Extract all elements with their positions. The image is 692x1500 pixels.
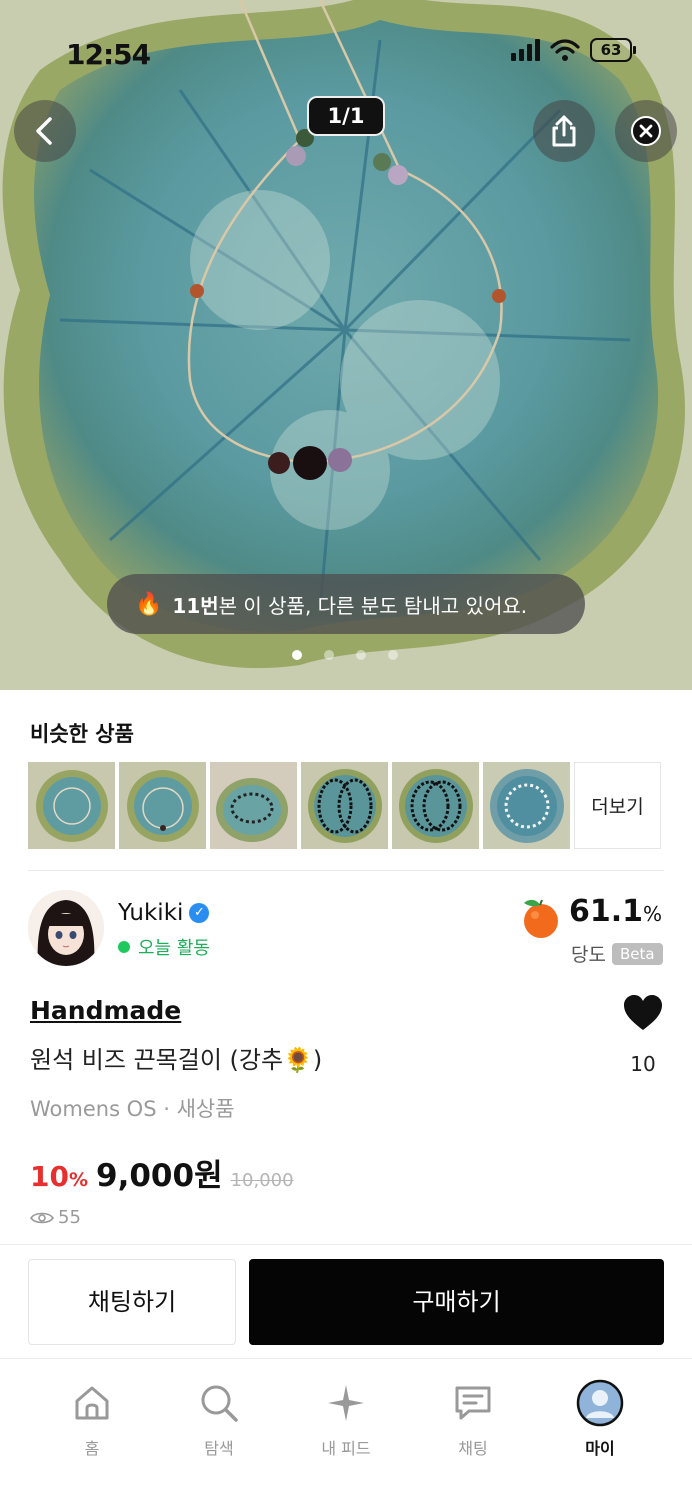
close-icon	[631, 116, 661, 146]
toast-text: 본 이 상품, 다른 분도 탐내고 있어요.	[218, 593, 528, 618]
chat-button[interactable]: 채팅하기	[28, 1259, 236, 1345]
battery-icon: 63	[590, 38, 636, 62]
tab-my-label: 마이	[585, 1439, 615, 1458]
seller-name-row[interactable]: Yukiki ✓	[118, 900, 210, 926]
similar-products-list: 더보기	[28, 762, 661, 849]
similar-product-thumb[interactable]	[301, 762, 388, 849]
action-bar: 채팅하기 구매하기	[0, 1244, 692, 1358]
status-icons: 63	[511, 38, 636, 62]
seller-avatar[interactable]	[28, 890, 104, 966]
discount-unit: %	[68, 1169, 89, 1191]
sweetness-score-unit: %	[642, 902, 662, 926]
divider	[28, 870, 664, 871]
buy-button[interactable]: 구매하기	[249, 1259, 664, 1345]
view-count: 55	[58, 1207, 81, 1228]
similar-product-thumb[interactable]	[119, 762, 206, 849]
wifi-icon	[550, 39, 580, 61]
product-meta: Womens OS · 새상품	[30, 1097, 235, 1121]
chat-icon	[455, 1386, 491, 1420]
tab-home[interactable]: 홈	[42, 1379, 142, 1459]
tab-my[interactable]: 마이	[550, 1379, 650, 1459]
view-count-row: 55	[30, 1207, 81, 1228]
status-bar: 12:54 63	[0, 0, 692, 100]
similar-product-thumb[interactable]	[210, 762, 297, 849]
orange-fruit-icon	[524, 899, 558, 938]
toast-count: 11번	[172, 593, 219, 618]
tab-chat-label: 채팅	[458, 1439, 488, 1458]
beta-badge: Beta	[611, 942, 663, 965]
tab-search[interactable]: 탐색	[169, 1379, 269, 1459]
status-time: 12:54	[66, 38, 151, 71]
share-button[interactable]	[533, 100, 595, 162]
bottom-tab-bar: 홈 탐색 내 피드 채팅 마이	[0, 1358, 692, 1500]
verified-check-icon: ✓	[189, 903, 210, 923]
image-counter: 1/1	[307, 96, 385, 136]
fire-icon: 🔥	[135, 591, 163, 617]
back-button[interactable]	[14, 100, 76, 162]
discount-rate: 10%	[30, 1160, 88, 1193]
tab-chat[interactable]: 채팅	[423, 1379, 523, 1459]
similar-products-title: 비슷한 상품	[30, 722, 134, 746]
sale-price: 9,000원	[96, 1158, 223, 1194]
tab-feed[interactable]: 내 피드	[296, 1379, 396, 1459]
seller-activity-label: 오늘 활동	[138, 938, 210, 959]
sweetness-label: 당도	[571, 944, 606, 966]
seller-activity: 오늘 활동	[118, 934, 210, 960]
eye-icon	[30, 1212, 54, 1223]
carousel-dot	[292, 650, 302, 660]
similar-more-button[interactable]: 더보기	[574, 762, 661, 849]
carousel-dot	[356, 650, 366, 660]
original-price: 10,000	[230, 1170, 294, 1191]
sweetness-score-value: 61.1	[568, 894, 643, 929]
sweetness-label-row: 당도 Beta	[571, 940, 663, 967]
tab-home-label: 홈	[84, 1439, 100, 1458]
close-button[interactable]	[615, 100, 677, 162]
home-icon	[75, 1386, 109, 1420]
carousel-dot	[388, 650, 398, 660]
sparkle-icon	[328, 1385, 364, 1421]
product-title: 원석 비즈 끈목걸이 (강추🌻)	[30, 1046, 323, 1074]
product-image-viewer[interactable]: 12:54 63 1/1 🔥 11번 본 이 상품, 다른 분도 탐내고 있어요…	[0, 0, 692, 690]
heart-icon	[624, 995, 662, 1030]
online-dot-icon	[118, 941, 130, 953]
sweetness-score[interactable]: 61.1%	[569, 894, 662, 929]
product-detail-screen: 12:54 63 1/1 🔥 11번 본 이 상품, 다른 분도 탐내고 있어요…	[0, 0, 692, 1500]
signal-icon	[511, 39, 540, 61]
chevron-left-icon	[36, 117, 52, 145]
profile-icon	[576, 1379, 624, 1427]
tab-feed-label: 내 피드	[321, 1439, 371, 1458]
tab-search-label: 탐색	[204, 1439, 234, 1458]
carousel-dot	[324, 650, 334, 660]
similar-product-thumb[interactable]	[28, 762, 115, 849]
popularity-toast: 🔥 11번 본 이 상품, 다른 분도 탐내고 있어요.	[107, 574, 585, 634]
like-count: 10	[630, 1052, 656, 1076]
carousel-dots	[292, 650, 398, 660]
seller-name: Yukiki	[118, 900, 184, 926]
share-icon	[552, 115, 576, 147]
discount-value: 10	[30, 1160, 69, 1193]
like-button[interactable]	[622, 994, 664, 1036]
price-row: 10% 9,000원 10,000	[30, 1150, 294, 1195]
search-icon	[201, 1385, 238, 1422]
similar-product-thumb[interactable]	[392, 762, 479, 849]
similar-product-thumb[interactable]	[483, 762, 570, 849]
product-brand-link[interactable]: Handmade	[30, 996, 181, 1025]
